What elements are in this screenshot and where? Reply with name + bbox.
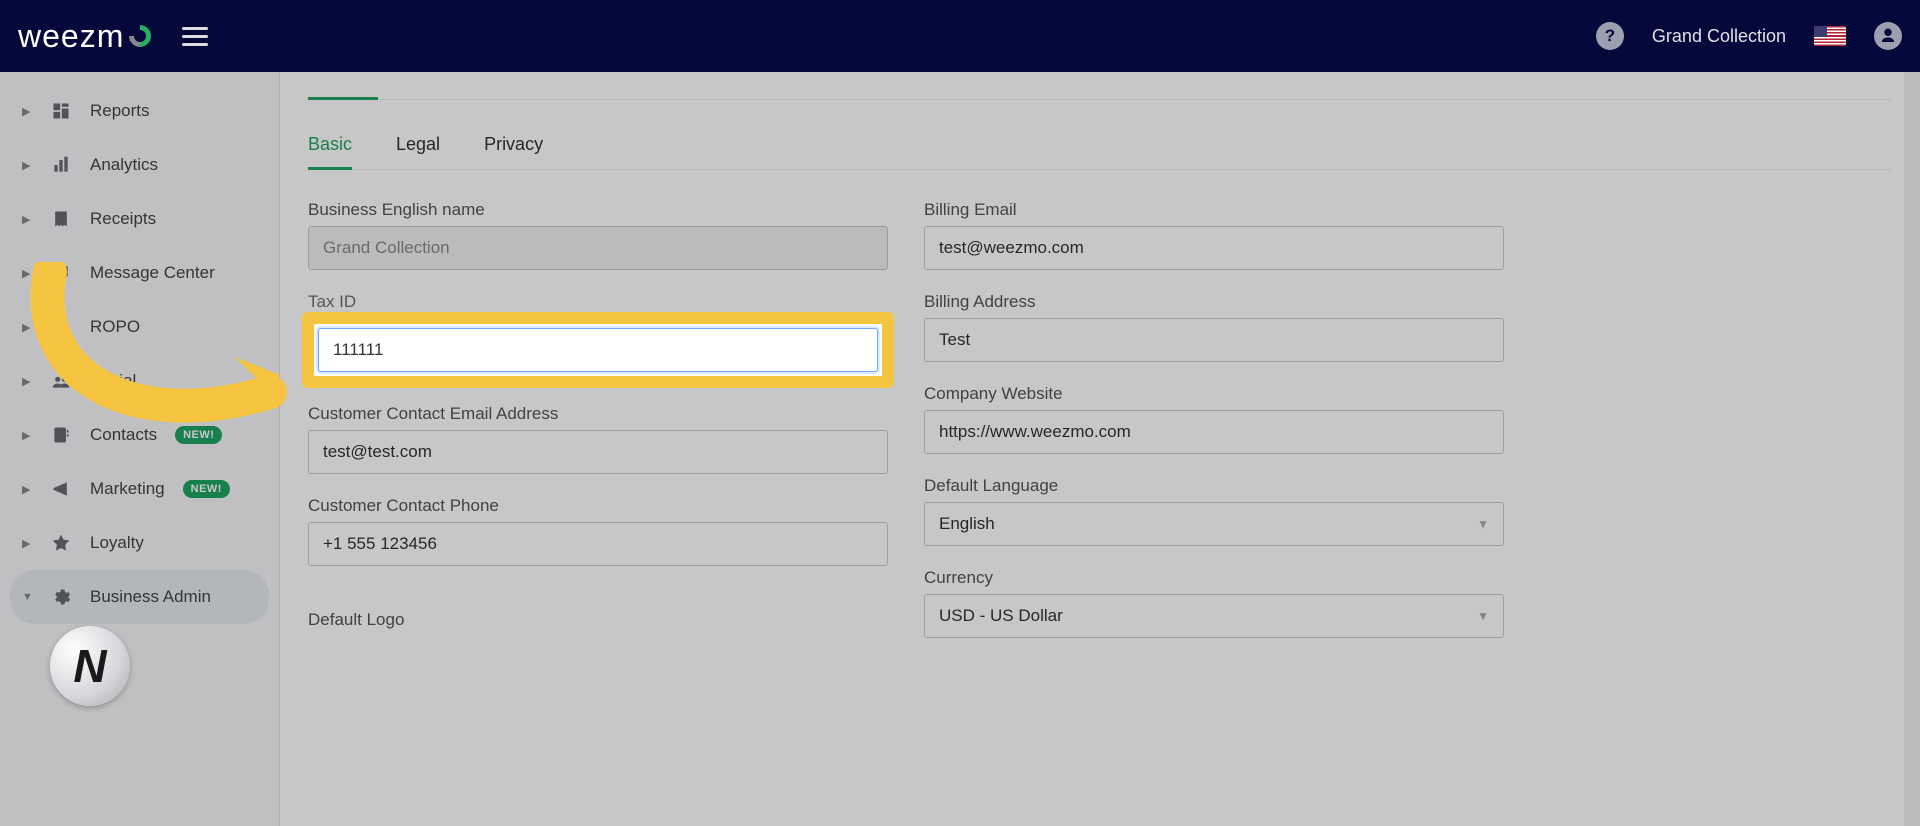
scrollbar-track[interactable]: [1904, 72, 1920, 826]
tab-legal[interactable]: Legal: [396, 128, 440, 169]
sidebar-label: Analytics: [90, 155, 158, 175]
sidebar-item-business-admin[interactable]: ▼ Business Admin: [10, 570, 269, 624]
form-col-right: Billing Email Billing Address Company We…: [924, 200, 1504, 660]
label: Default Logo: [308, 610, 888, 630]
label: Business English name: [308, 200, 888, 220]
logo-ring-icon: [125, 20, 156, 51]
menu-toggle-icon[interactable]: [182, 27, 208, 46]
sidebar-label: Business Admin: [90, 587, 211, 607]
chevron-down-icon: ▼: [1477, 517, 1489, 531]
business-name-input[interactable]: [308, 226, 888, 270]
tab-privacy[interactable]: Privacy: [484, 128, 543, 169]
chevron-right-icon: ▶: [22, 375, 32, 388]
form-col-left: Business English name Tax ID Customer Co…: [308, 200, 888, 660]
sidebar-label: Message Center: [90, 263, 215, 283]
billing-email-input[interactable]: [924, 226, 1504, 270]
tax-id-highlight: [302, 312, 894, 388]
message-icon: [50, 262, 72, 284]
company-website-input[interactable]: [924, 410, 1504, 454]
field-contact-phone: Customer Contact Phone: [308, 496, 888, 566]
sidebar: ▶ Reports ▶ Analytics ▶ Receipts ▶ Messa…: [0, 72, 280, 826]
section-tabline: [308, 72, 1892, 100]
chevron-right-icon: ▶: [22, 105, 32, 118]
new-badge: NEW!: [175, 426, 222, 444]
label: Default Language: [924, 476, 1504, 496]
label: Customer Contact Phone: [308, 496, 888, 516]
chevron-right-icon: ▶: [22, 483, 32, 496]
sidebar-label: Receipts: [90, 209, 156, 229]
help-icon[interactable]: ?: [1596, 22, 1624, 50]
chevron-right-icon: ▶: [22, 267, 32, 280]
sidebar-label: Social: [90, 371, 136, 391]
loyalty-icon: [50, 532, 72, 554]
sidebar-item-reports[interactable]: ▶ Reports: [0, 84, 279, 138]
select-value: USD - US Dollar: [939, 606, 1063, 626]
field-billing-email: Billing Email: [924, 200, 1504, 270]
contacts-icon: [50, 424, 72, 446]
label: Tax ID: [308, 292, 888, 312]
receipts-icon: [50, 208, 72, 230]
chevron-right-icon: ▶: [22, 213, 32, 226]
field-default-language: Default Language English ▼: [924, 476, 1504, 546]
sidebar-label: Reports: [90, 101, 150, 121]
topbar: weezm ? Grand Collection: [0, 0, 1920, 72]
flag-us-icon[interactable]: [1814, 26, 1846, 46]
marketing-icon: [50, 478, 72, 500]
analytics-icon: [50, 154, 72, 176]
sidebar-item-social[interactable]: ▶ Social: [0, 354, 279, 408]
field-contact-email: Customer Contact Email Address: [308, 404, 888, 474]
gear-icon: [50, 586, 72, 608]
sidebar-item-contacts[interactable]: ▶ Contacts NEW!: [0, 408, 279, 462]
reports-icon: [50, 100, 72, 122]
tax-id-input[interactable]: [318, 328, 878, 372]
billing-address-input[interactable]: [924, 318, 1504, 362]
field-tax-id: Tax ID: [308, 292, 888, 388]
company-name[interactable]: Grand Collection: [1652, 26, 1786, 47]
chevron-right-icon: ▶: [22, 321, 32, 334]
field-business-name: Business English name: [308, 200, 888, 270]
main: Basic Legal Privacy Business English nam…: [280, 72, 1920, 826]
sidebar-item-receipts[interactable]: ▶ Receipts: [0, 192, 279, 246]
sidebar-label: Loyalty: [90, 533, 144, 553]
logo-text: weezm: [18, 18, 124, 55]
sidebar-item-message-center[interactable]: ▶ Message Center: [0, 246, 279, 300]
body: N ▶ Reports ▶ Analytics ▶ Receipts ▶ Mes…: [0, 72, 1920, 826]
currency-select[interactable]: USD - US Dollar ▼: [924, 594, 1504, 638]
sidebar-label: ROPO: [90, 317, 140, 337]
label: Billing Address: [924, 292, 1504, 312]
sidebar-label: Contacts: [90, 425, 157, 445]
subtabs: Basic Legal Privacy: [308, 128, 1892, 170]
select-value: English: [939, 514, 995, 534]
sidebar-item-loyalty[interactable]: ▶ Loyalty: [0, 516, 279, 570]
field-billing-address: Billing Address: [924, 292, 1504, 362]
n-badge-icon: N: [50, 626, 130, 706]
contact-phone-input[interactable]: [308, 522, 888, 566]
sidebar-item-ropo[interactable]: ▶ ROPO: [0, 300, 279, 354]
field-company-website: Company Website: [924, 384, 1504, 454]
label: Billing Email: [924, 200, 1504, 220]
field-default-logo: Default Logo: [308, 610, 888, 630]
sidebar-item-marketing[interactable]: ▶ Marketing NEW!: [0, 462, 279, 516]
chevron-down-icon: ▼: [22, 591, 32, 603]
chevron-right-icon: ▶: [22, 429, 32, 442]
chevron-down-icon: ▼: [1477, 609, 1489, 623]
chevron-right-icon: ▶: [22, 159, 32, 172]
ropo-icon: [50, 316, 72, 338]
user-avatar-icon[interactable]: [1874, 22, 1902, 50]
chevron-right-icon: ▶: [22, 537, 32, 550]
default-language-select[interactable]: English ▼: [924, 502, 1504, 546]
tab-basic[interactable]: Basic: [308, 128, 352, 169]
contact-email-input[interactable]: [308, 430, 888, 474]
label: Customer Contact Email Address: [308, 404, 888, 424]
logo[interactable]: weezm: [18, 18, 154, 55]
sidebar-label: Marketing: [90, 479, 165, 499]
topbar-right: ? Grand Collection: [1596, 22, 1902, 50]
field-currency: Currency USD - US Dollar ▼: [924, 568, 1504, 638]
social-icon: [50, 370, 72, 392]
form: Business English name Tax ID Customer Co…: [308, 200, 1892, 660]
label: Company Website: [924, 384, 1504, 404]
sidebar-item-analytics[interactable]: ▶ Analytics: [0, 138, 279, 192]
new-badge: NEW!: [183, 480, 230, 498]
label: Currency: [924, 568, 1504, 588]
